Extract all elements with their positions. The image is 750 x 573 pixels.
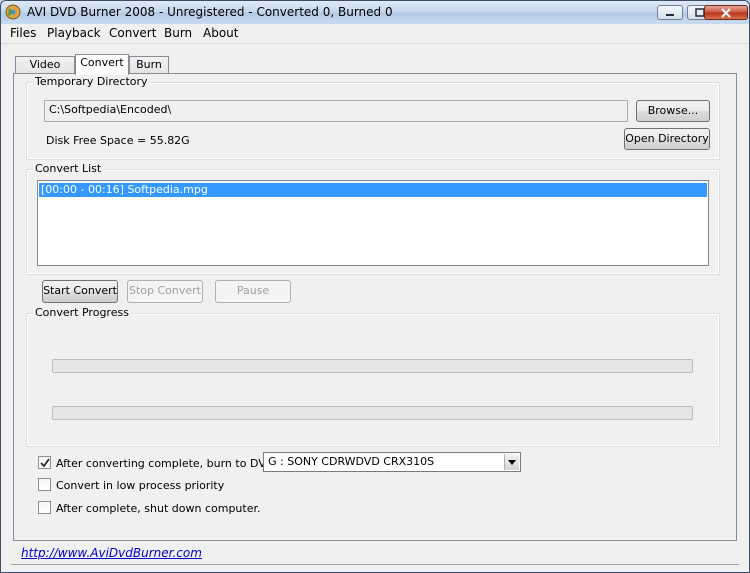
temp-dir-group-label: Temporary Directory: [33, 75, 150, 88]
list-item[interactable]: [00:00 - 00:16] Softpedia.mpg: [39, 183, 707, 197]
convert-progress-group-label: Convert Progress: [33, 306, 131, 319]
tab-convert[interactable]: Convert: [75, 54, 129, 75]
start-convert-button[interactable]: Start Convert: [42, 280, 118, 303]
menu-burn[interactable]: Burn: [164, 26, 192, 40]
stop-convert-button[interactable]: Stop Convert: [127, 280, 203, 303]
footer-divider: [11, 564, 739, 565]
menu-files[interactable]: Files: [10, 26, 36, 40]
shutdown-checkbox[interactable]: [38, 501, 51, 514]
low-priority-label[interactable]: Convert in low process priority: [56, 479, 224, 492]
menu-about[interactable]: About: [203, 26, 238, 40]
open-directory-button[interactable]: Open Directory: [624, 128, 710, 150]
burn-after-label[interactable]: After converting complete, burn to DVD: [56, 457, 274, 470]
menu-bar: Files Playback Convert Burn About: [1, 24, 749, 44]
convert-list-group-label: Convert List: [33, 162, 104, 175]
shutdown-label[interactable]: After complete, shut down computer.: [56, 502, 260, 515]
app-dvd-icon: [5, 4, 21, 20]
minimize-button[interactable]: [657, 5, 683, 20]
disk-free-space: Disk Free Space = 55.82G: [46, 134, 190, 147]
dvd-drive-select[interactable]: G : SONY CDRWDVD CRX310S: [263, 452, 521, 472]
burn-after-checkbox[interactable]: [38, 456, 51, 469]
convert-tab-panel: Temporary Directory C:\Softpedia\Encoded…: [13, 73, 737, 541]
menu-playback[interactable]: Playback: [47, 26, 101, 40]
tab-video-files[interactable]: Video Files: [15, 56, 75, 87]
close-button[interactable]: [704, 5, 748, 20]
close-icon: [721, 8, 731, 18]
low-priority-checkbox[interactable]: [38, 478, 51, 491]
checkmark-icon: [40, 458, 50, 468]
tab-burn[interactable]: Burn: [129, 56, 169, 74]
temp-dir-path-field[interactable]: C:\Softpedia\Encoded\: [44, 100, 628, 122]
pause-button[interactable]: Pause: [215, 280, 291, 303]
progress-bar-1: [52, 359, 693, 373]
website-link[interactable]: http://www.AviDvdBurner.com: [21, 546, 202, 560]
progress-bar-2: [52, 406, 693, 420]
minimize-icon: [666, 14, 674, 16]
convert-list-group: Convert List [00:00 - 00:16] Softpedia.m…: [26, 162, 720, 275]
title-bar[interactable]: AVI DVD Burner 2008 - Unregistered - Con…: [1, 1, 749, 25]
menu-convert[interactable]: Convert: [109, 26, 156, 40]
dvd-drive-value: G : SONY CDRWDVD CRX310S: [268, 455, 435, 468]
chevron-down-icon: [508, 460, 516, 465]
app-window: AVI DVD Burner 2008 - Unregistered - Con…: [0, 0, 750, 573]
convert-progress-group: Convert Progress: [26, 306, 720, 447]
client-area: Video Files Convert Burn Temporary Direc…: [1, 44, 749, 572]
dropdown-arrow[interactable]: [504, 454, 519, 470]
window-title: AVI DVD Burner 2008 - Unregistered - Con…: [27, 5, 393, 19]
browse-button[interactable]: Browse...: [636, 100, 710, 122]
convert-list-box[interactable]: [00:00 - 00:16] Softpedia.mpg: [37, 180, 709, 266]
temp-dir-group: Temporary Directory C:\Softpedia\Encoded…: [26, 75, 720, 160]
